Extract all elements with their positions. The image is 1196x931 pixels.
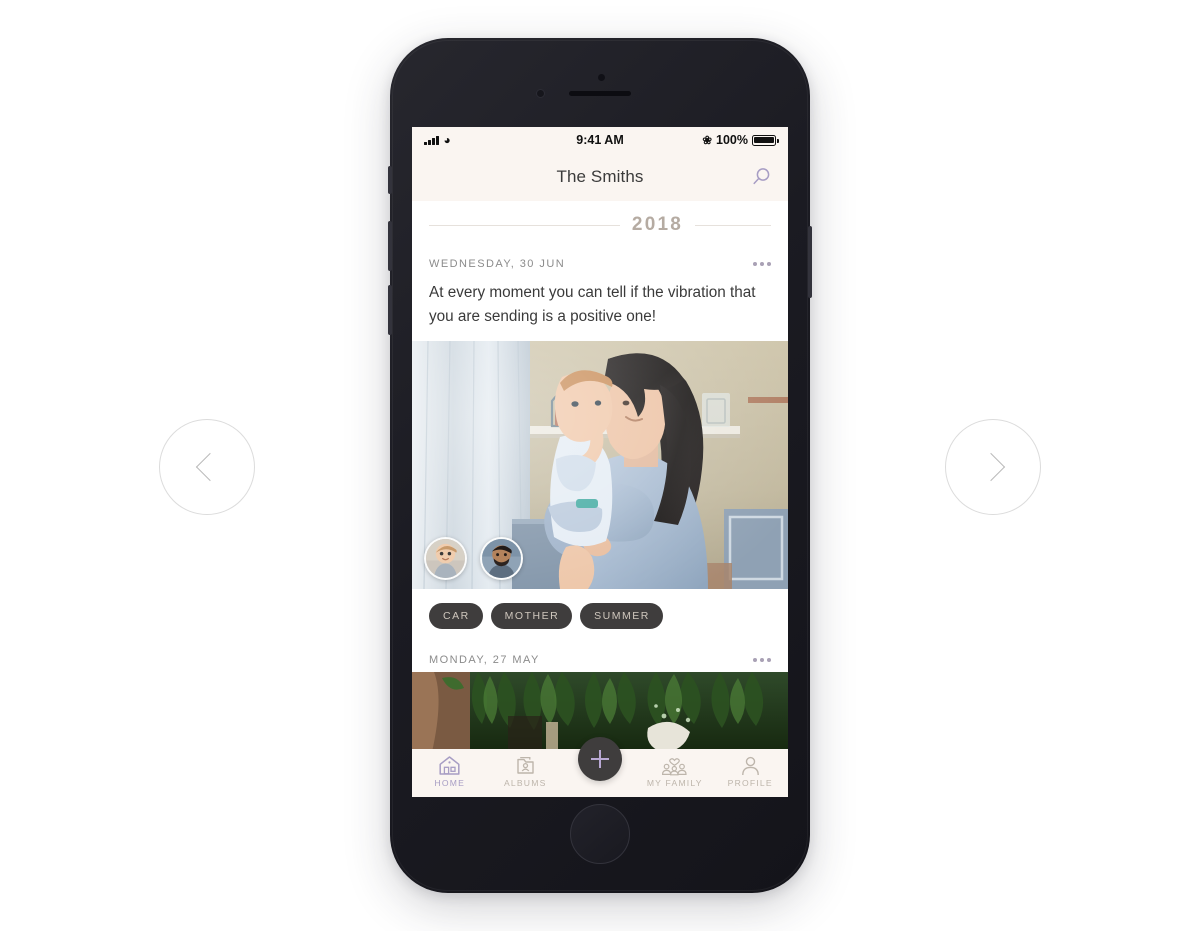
- carousel-next-button[interactable]: [945, 419, 1041, 515]
- tag-chip[interactable]: MOTHER: [490, 603, 573, 630]
- bluetooth-icon: ❀: [702, 135, 713, 147]
- family-icon: [661, 754, 688, 776]
- tag-chip[interactable]: CAR: [429, 603, 483, 630]
- tab-home[interactable]: HOME: [412, 754, 488, 788]
- app-header: The Smiths: [412, 153, 788, 201]
- search-icon: [753, 168, 770, 185]
- post-tags: CAR MOTHER SUMMER: [412, 589, 788, 646]
- page-title: The Smiths: [556, 167, 644, 186]
- home-button[interactable]: [570, 804, 630, 864]
- post-text: At every moment you can tell if the vibr…: [429, 284, 756, 326]
- home-icon: [438, 754, 461, 776]
- status-bar: ◕ 9:41 AM ❀ 100%: [412, 127, 788, 153]
- volume-down-button[interactable]: [388, 285, 392, 335]
- baby-avatar[interactable]: [424, 537, 467, 581]
- tab-label: MY FAMILY: [646, 778, 703, 788]
- tab-my-family[interactable]: MY FAMILY: [637, 754, 713, 788]
- proximity-sensor: [598, 74, 605, 81]
- status-right: ❀ 100%: [702, 133, 779, 147]
- power-button[interactable]: [808, 226, 812, 298]
- father-avatar[interactable]: [480, 537, 523, 581]
- front-camera: [536, 89, 545, 98]
- year-label: 2018: [631, 214, 683, 235]
- post-options-button[interactable]: [743, 652, 771, 668]
- post-date: WEDNESDAY, 30 JUN: [429, 258, 566, 270]
- bottom-tab-bar: HOME ALBUMS MY FAMILY PROFILE: [412, 737, 789, 797]
- carousel-prev-button[interactable]: [159, 419, 255, 515]
- year-divider: 2018: [412, 201, 788, 249]
- timeline-feed: WEDNESDAY, 30 JUN At every moment you ca…: [412, 249, 788, 753]
- profile-icon: [740, 754, 761, 776]
- post-date: MONDAY, 27 MAY: [429, 654, 540, 667]
- silent-switch[interactable]: [388, 166, 392, 194]
- tagged-people-avatars: [424, 537, 523, 581]
- divider-line-left: [429, 224, 620, 226]
- post-options-button[interactable]: [743, 256, 771, 272]
- phone-mockup: ◕ 9:41 AM ❀ 100% The Smiths 2018 WEDNESD…: [388, 38, 812, 893]
- earpiece-speaker: [569, 91, 631, 96]
- divider-line-right: [695, 224, 771, 226]
- post-photo[interactable]: [412, 341, 788, 590]
- tab-profile[interactable]: PROFILE: [713, 754, 789, 788]
- battery-percent: 100%: [716, 133, 748, 147]
- add-post-button[interactable]: [578, 737, 622, 781]
- plus-icon: [599, 750, 601, 768]
- volume-up-button[interactable]: [388, 221, 392, 271]
- post-item: WEDNESDAY, 30 JUN At every moment you ca…: [412, 249, 788, 646]
- post-header: WEDNESDAY, 30 JUN: [412, 249, 788, 276]
- chevron-left-icon: [195, 452, 224, 482]
- father-avatar-image: [482, 539, 521, 579]
- battery-full-icon: [752, 134, 779, 146]
- chevron-right-icon: [976, 452, 1005, 482]
- search-button[interactable]: [746, 162, 776, 192]
- tag-chip[interactable]: SUMMER: [580, 603, 663, 630]
- post-header: MONDAY, 27 MAY: [412, 645, 788, 672]
- tab-albums[interactable]: ALBUMS: [488, 754, 564, 788]
- tab-label: ALBUMS: [503, 778, 547, 788]
- tab-label: HOME: [434, 778, 466, 788]
- baby-avatar-image: [426, 539, 465, 579]
- albums-icon: [515, 754, 536, 776]
- phone-screen: ◕ 9:41 AM ❀ 100% The Smiths 2018 WEDNESD…: [412, 127, 788, 797]
- tab-label: PROFILE: [727, 778, 773, 788]
